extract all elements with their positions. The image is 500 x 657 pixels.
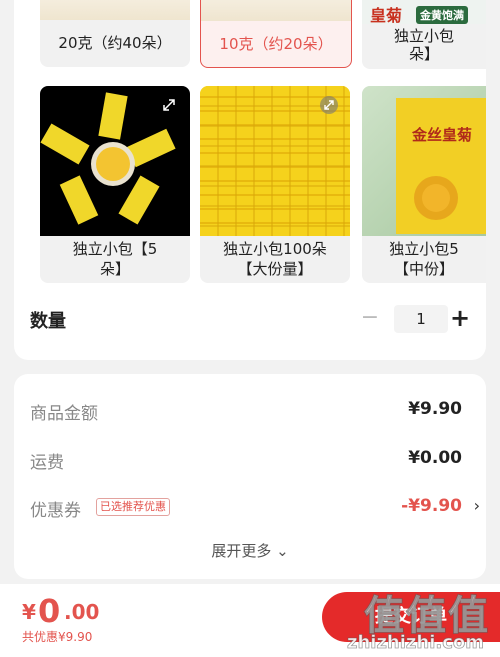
goods-amount-value: ¥9.90	[408, 399, 462, 419]
quantity-row: 数量 − 1 +	[30, 305, 470, 335]
variant-thumbnail	[201, 0, 351, 21]
coupon-recommended-tag: 已选推荐优惠	[96, 498, 170, 516]
variant-label: 独立小包 朵】	[362, 27, 486, 63]
variant-label-line1: 独立小包5	[389, 240, 459, 258]
price-integer: 0	[38, 592, 61, 630]
shipping-row: 运费 ¥0.00	[30, 446, 470, 473]
variant-label: 独立小包5 【中份】	[362, 239, 486, 279]
shipping-label: 运费	[30, 453, 64, 473]
variant-label-line1: 独立小包【5	[72, 240, 158, 258]
variant-pack-text: 金丝皇菊	[412, 126, 473, 144]
variant-label: 独立小包【5 朵】	[40, 239, 190, 279]
variant-pack-5[interactable]: 独立小包【5 朵】	[40, 86, 190, 283]
chevron-right-icon[interactable]: ›	[474, 496, 480, 515]
variant-badge-title: 皇菊	[370, 6, 403, 25]
variant-10g[interactable]: 10克（约20朵）	[200, 0, 352, 68]
price-summary-card: 商品金额 ¥9.90 运费 ¥0.00 优惠券 已选推荐优惠 -¥9.90 › …	[14, 374, 486, 579]
quantity-plus-button[interactable]: +	[450, 305, 470, 333]
price-decimal: .00	[64, 600, 100, 624]
goods-amount-row: 商品金额 ¥9.90	[30, 397, 470, 424]
variant-label-line2: 朵】	[99, 260, 130, 278]
variant-pack-100[interactable]: 独立小包100朵 【大份量】	[200, 86, 350, 283]
quantity-minus-button[interactable]: −	[360, 305, 380, 333]
variant-single-pack[interactable]: 皇菊 金黄饱满 独立小包 朵】	[362, 0, 486, 69]
variant-thumbnail	[200, 86, 350, 236]
variant-thumbnail: 金丝皇菊	[362, 86, 486, 236]
expand-icon[interactable]	[160, 96, 178, 114]
variant-pack-5-medium[interactable]: 金丝皇菊 独立小包5 【中份】	[362, 86, 486, 283]
variant-thumbnail: 皇菊 金黄饱满	[362, 0, 486, 25]
expand-icon[interactable]	[320, 96, 338, 114]
bottom-bar: ¥ 0 .00 共优惠¥9.90 提交订单 值值值 zhizhizhi.com	[0, 584, 500, 657]
coupon-value: -¥9.90	[401, 496, 462, 516]
variant-thumbnail	[40, 0, 190, 20]
chrysanthemum-box-image	[396, 98, 486, 234]
shipping-value: ¥0.00	[408, 448, 462, 468]
variant-thumbnail	[40, 86, 190, 236]
variant-label: 10克（约20朵）	[219, 35, 333, 53]
variant-label-line2: 【大份量】	[237, 260, 313, 278]
coupon-row[interactable]: 优惠券 已选推荐优惠 -¥9.90 ›	[30, 494, 480, 521]
quantity-label: 数量	[30, 311, 66, 332]
variant-badge-sub: 金黄饱满	[416, 6, 468, 24]
variant-label-line1: 独立小包100朵	[223, 240, 327, 258]
price-currency-symbol: ¥	[22, 600, 36, 624]
expand-more-button[interactable]: 展开更多 ⌄	[14, 540, 486, 561]
variant-label-line2: 朵】	[408, 45, 439, 63]
quantity-input[interactable]: 1	[394, 305, 448, 333]
submit-order-button[interactable]: 提交订单	[322, 592, 500, 642]
variant-label: 独立小包100朵 【大份量】	[200, 239, 350, 279]
goods-amount-label: 商品金额	[30, 404, 98, 424]
variant-20g[interactable]: 20克（约40朵）	[40, 0, 190, 67]
variant-label-line1: 独立小包	[393, 27, 454, 45]
coupon-label: 优惠券	[30, 501, 81, 521]
variant-label-line2: 【中份】	[393, 260, 454, 278]
variant-label: 20克（约40朵）	[58, 34, 172, 52]
total-saved-text: 共优惠¥9.90	[22, 630, 93, 644]
